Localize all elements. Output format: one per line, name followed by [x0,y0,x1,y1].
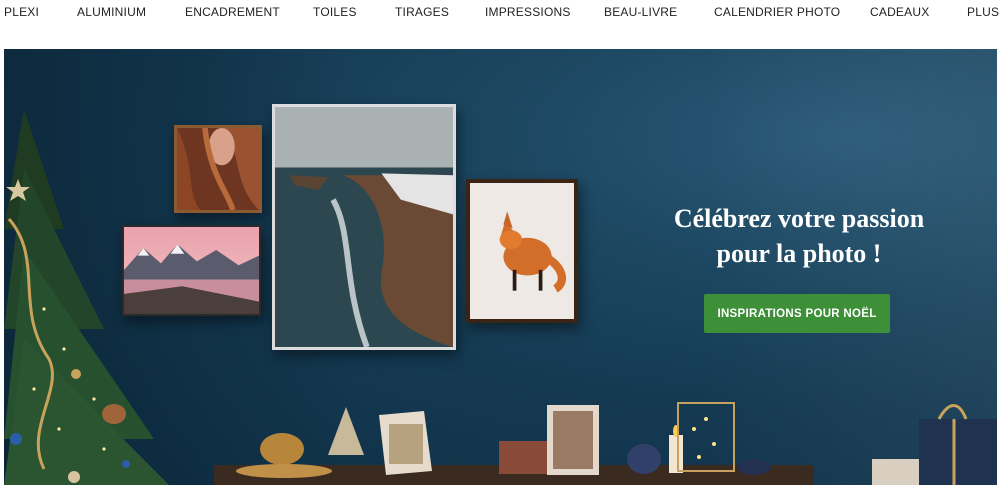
nav-item-aluminium[interactable]: ALUMINIUM [77,5,146,19]
nav-item-toiles[interactable]: TOILES [313,5,357,19]
nav-item-beau-livre[interactable]: BEAU-LIVRE [604,5,677,19]
nav-item-plus[interactable]: PLUS [967,5,999,19]
nav-item-encadrement[interactable]: ENCADREMENT [185,5,280,19]
hero-banner[interactable]: Célébrez votre passion pour la photo ! I… [4,49,997,485]
frame-coastal-cliffs [272,104,456,350]
hero-headline: Célébrez votre passion pour la photo ! [644,201,954,271]
frame-red-hair-portrait [174,125,262,213]
nav-item-calendrier-photo[interactable]: CALENDRIER PHOTO [714,5,840,19]
nav-item-impressions[interactable]: IMPRESSIONS [485,5,571,19]
nav-item-cadeaux[interactable]: CADEAUX [870,5,929,19]
frame-fox-in-snow [466,179,578,323]
shelf-decorations [214,402,997,485]
hero-headline-line1: Célébrez votre passion [673,204,925,233]
frame-pink-mountain-lake [122,225,261,316]
nav-item-tirages[interactable]: TIRAGES [395,5,449,19]
hero-headline-line2: pour la photo ! [716,239,882,268]
inspirations-noel-button[interactable]: INSPIRATIONS POUR NOËL [704,294,890,333]
nav-item-plexi[interactable]: PLEXI [4,5,39,19]
main-navigation: PLEXI ALUMINIUM ENCADREMENT TOILES TIRAG… [0,0,1000,26]
